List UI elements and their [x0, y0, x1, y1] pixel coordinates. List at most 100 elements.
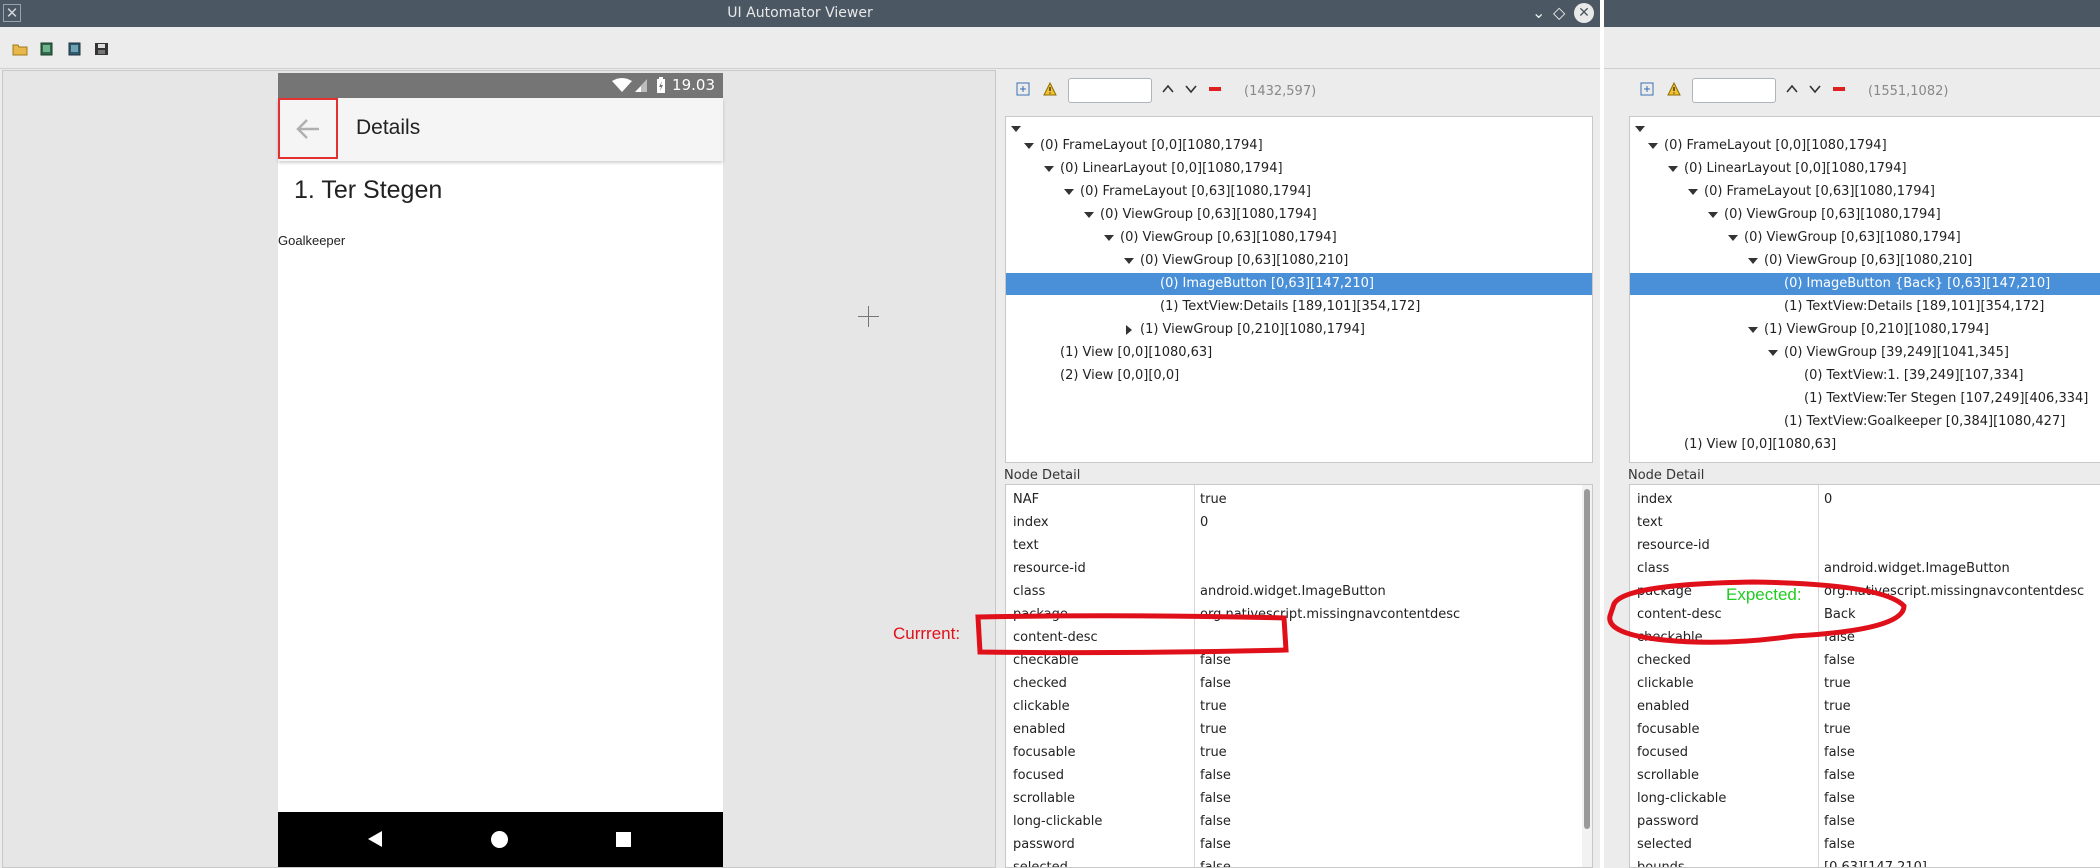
detail-row[interactable]: bounds [0,63][147,210]	[1630, 856, 2100, 867]
tree-node[interactable]: (1) TextView:Goalkeeper [0,384][1080,427…	[1630, 411, 2100, 433]
nav-recents-icon[interactable]	[615, 831, 632, 848]
back-button[interactable]	[278, 98, 338, 159]
collapse-toggle-icon[interactable]	[1024, 143, 1034, 149]
collapse-toggle-icon[interactable]	[1648, 143, 1658, 149]
collapse-toggle-icon[interactable]	[1768, 350, 1778, 356]
close-button[interactable]: ✕	[1574, 3, 1594, 23]
collapse-toggle-icon[interactable]	[1688, 189, 1698, 195]
detail-row[interactable]: password false	[1630, 810, 2100, 833]
root-collapse-toggle[interactable]	[1011, 126, 1021, 132]
tree-node[interactable]: (0) TextView:1. [39,249][107,334]	[1630, 365, 2100, 387]
tree-node[interactable]: (0) FrameLayout [0,0][1080,1794]	[1630, 135, 2100, 157]
save-icon[interactable]	[94, 42, 110, 56]
search-previous-icon[interactable]	[1785, 82, 1799, 96]
detail-row[interactable]: long-clickable false	[1630, 787, 2100, 810]
tree-node[interactable]: (1) ViewGroup [0,210][1080,1794]	[1630, 319, 2100, 341]
tree-node[interactable]: (0) FrameLayout [0,0][1080,1794]	[1006, 135, 1592, 157]
tree-node[interactable]: (0) LinearLayout [0,0][1080,1794]	[1006, 158, 1592, 180]
detail-row[interactable]: index 0	[1630, 488, 2100, 511]
nav-home-icon[interactable]	[490, 830, 509, 849]
collapse-toggle-icon[interactable]	[1124, 258, 1134, 264]
detail-row[interactable]: scrollable false	[1630, 764, 2100, 787]
tree-node[interactable]: (0) ImageButton {Back} [0,63][147,210]	[1630, 273, 2100, 295]
detail-row[interactable]: enabled true	[1630, 695, 2100, 718]
minimize-icon[interactable]: ⌄	[1532, 3, 1545, 22]
collapse-toggle-icon[interactable]	[1104, 235, 1114, 241]
detail-row[interactable]: clickable true	[1006, 695, 1592, 718]
left-node-detail-table[interactable]: NAF true index 0 text resource-id class android…	[1005, 484, 1593, 868]
detail-row[interactable]: clickable true	[1630, 672, 2100, 695]
detail-row[interactable]: focused false	[1630, 741, 2100, 764]
detail-row[interactable]: checked false	[1630, 649, 2100, 672]
right-hierarchy-tree[interactable]: (0) FrameLayout [0,0][1080,1794] (0) Line…	[1629, 116, 2100, 463]
tree-node[interactable]: (0) ViewGroup [0,63][1080,1794]	[1630, 227, 2100, 249]
collapse-toggle-icon[interactable]	[1084, 212, 1094, 218]
detail-row[interactable]: text	[1630, 511, 2100, 534]
open-folder-icon[interactable]	[12, 42, 28, 56]
detail-row[interactable]: focused false	[1006, 764, 1592, 787]
right-search-input[interactable]	[1692, 78, 1776, 103]
detail-row[interactable]: scrollable false	[1006, 787, 1592, 810]
tree-node[interactable]: (0) FrameLayout [0,63][1080,1794]	[1630, 181, 2100, 203]
search-previous-icon[interactable]	[1161, 82, 1175, 96]
clear-search-icon[interactable]	[1832, 82, 1846, 96]
detail-row[interactable]: selected false	[1630, 833, 2100, 856]
detail-row[interactable]: NAF true	[1006, 488, 1592, 511]
maximize-icon[interactable]: ◇	[1553, 3, 1565, 22]
tree-node[interactable]: (1) TextView:Ter Stegen [107,249][406,33…	[1630, 388, 2100, 410]
detail-row[interactable]: resource-id	[1630, 534, 2100, 557]
detail-row[interactable]: selected false	[1006, 856, 1592, 867]
detail-row[interactable]: index 0	[1006, 511, 1592, 534]
detail-row[interactable]: class android.widget.ImageButton	[1006, 580, 1592, 603]
tree-node[interactable]: (1) TextView:Details [189,101][354,172]	[1006, 296, 1592, 318]
clear-search-icon[interactable]	[1208, 82, 1222, 96]
tree-node[interactable]: (0) ViewGroup [0,63][1080,1794]	[1006, 204, 1592, 226]
detail-scrollbar-thumb[interactable]	[1584, 489, 1590, 829]
collapse-toggle-icon[interactable]	[1668, 166, 1678, 172]
tree-node[interactable]: (0) ViewGroup [0,63][1080,210]	[1630, 250, 2100, 272]
device-screenshot-icon[interactable]	[39, 42, 55, 56]
tree-node[interactable]: (1) TextView:Details [189,101][354,172]	[1630, 296, 2100, 318]
expand-all-icon[interactable]	[1640, 82, 1654, 96]
tree-node[interactable]: (0) ViewGroup [0,63][1080,210]	[1006, 250, 1592, 272]
right-node-detail-table[interactable]: index 0 text resource-id class android.widget…	[1629, 484, 2100, 868]
collapse-toggle-icon[interactable]	[1044, 166, 1054, 172]
detail-row[interactable]: enabled true	[1006, 718, 1592, 741]
detail-row[interactable]: resource-id	[1006, 557, 1592, 580]
tree-node[interactable]: (1) View [0,0][1080,63]	[1630, 434, 2100, 456]
detail-row[interactable]: long-clickable false	[1006, 810, 1592, 833]
collapse-toggle-icon[interactable]	[1708, 212, 1718, 218]
root-collapse-toggle[interactable]	[1635, 126, 1645, 132]
left-search-input[interactable]	[1068, 78, 1152, 103]
expand-toggle-icon[interactable]	[1126, 325, 1132, 335]
detail-row[interactable]: focusable true	[1630, 718, 2100, 741]
collapse-toggle-icon[interactable]	[1064, 189, 1074, 195]
search-next-icon[interactable]	[1808, 82, 1822, 96]
search-next-icon[interactable]	[1184, 82, 1198, 96]
left-hierarchy-tree[interactable]: (0) FrameLayout [0,0][1080,1794] (0) Line…	[1005, 116, 1593, 463]
detail-row[interactable]: text	[1006, 534, 1592, 557]
nav-back-icon[interactable]	[367, 830, 383, 848]
tree-node[interactable]: (0) ViewGroup [39,249][1041,345]	[1630, 342, 2100, 364]
tree-node[interactable]: (0) FrameLayout [0,63][1080,1794]	[1006, 181, 1592, 203]
collapse-toggle-icon[interactable]	[1748, 327, 1758, 333]
collapse-toggle-icon[interactable]	[1748, 258, 1758, 264]
device-screenshot-compressed-icon[interactable]	[67, 42, 83, 56]
expand-all-icon[interactable]	[1016, 82, 1030, 96]
collapse-toggle-icon[interactable]	[1728, 235, 1738, 241]
tree-node[interactable]: (0) ViewGroup [0,63][1080,1794]	[1006, 227, 1592, 249]
warning-icon[interactable]	[1043, 82, 1057, 96]
tree-node[interactable]: (0) LinearLayout [0,0][1080,1794]	[1630, 158, 2100, 180]
detail-scrollbar[interactable]	[1582, 485, 1592, 867]
device-screen[interactable]: 19.03 Details 1. Ter Stegen Goalkeeper	[278, 73, 723, 867]
detail-row[interactable]: checked false	[1006, 672, 1592, 695]
tree-node[interactable]: (0) ViewGroup [0,63][1080,1794]	[1630, 204, 2100, 226]
tree-node[interactable]: (1) ViewGroup [0,210][1080,1794]	[1006, 319, 1592, 341]
tree-node[interactable]: (0) ImageButton [0,63][147,210]	[1006, 273, 1592, 295]
detail-row[interactable]: password false	[1006, 833, 1592, 856]
warning-icon[interactable]	[1667, 82, 1681, 96]
tree-node[interactable]: (2) View [0,0][0,0]	[1006, 365, 1592, 387]
wifi-icon	[612, 78, 632, 92]
detail-row[interactable]: focusable true	[1006, 741, 1592, 764]
tree-node[interactable]: (1) View [0,0][1080,63]	[1006, 342, 1592, 364]
